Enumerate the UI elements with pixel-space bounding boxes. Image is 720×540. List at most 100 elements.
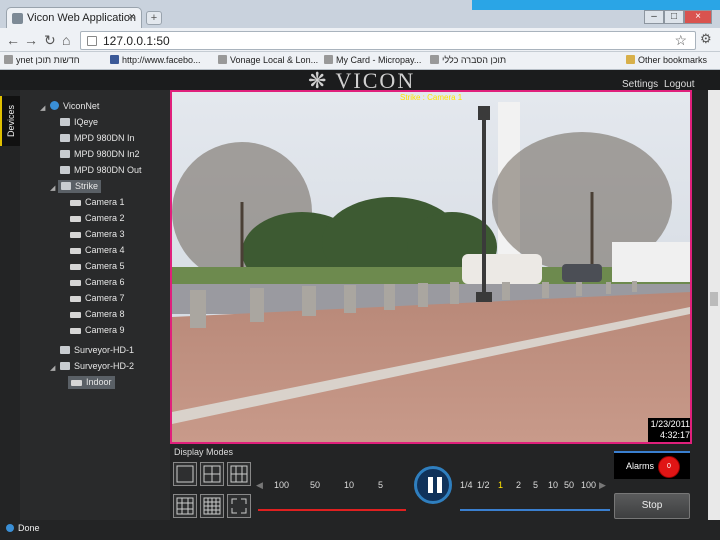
speed-rev-10[interactable]: 10: [344, 480, 354, 490]
network-icon: [50, 101, 59, 110]
tree-item[interactable]: MPD 980DN In2: [60, 148, 140, 161]
fullscreen-button[interactable]: [227, 494, 251, 518]
pause-button[interactable]: [414, 466, 452, 504]
minimize-button[interactable]: –: [644, 10, 664, 24]
tree-item[interactable]: Surveyor-HD-2: [60, 360, 134, 373]
reload-icon[interactable]: ↻: [44, 32, 56, 48]
speed-fwd-5[interactable]: 5: [533, 480, 538, 490]
tree-camera[interactable]: Camera 1: [70, 196, 125, 209]
tree-camera[interactable]: Camera 7: [70, 292, 125, 305]
tree-camera[interactable]: Camera 3: [70, 228, 125, 241]
collapse-icon[interactable]: ◢: [50, 184, 55, 192]
layout-1x1-icon: [176, 465, 194, 483]
favicon-icon: [12, 13, 23, 24]
speed-rev-5[interactable]: 5: [378, 480, 383, 490]
layout-1plus3-button[interactable]: [227, 462, 251, 486]
new-tab-button[interactable]: +: [146, 11, 162, 25]
device-icon: [60, 166, 70, 174]
device-icon: [61, 182, 71, 190]
tree-camera[interactable]: Camera 6: [70, 276, 125, 289]
bookmark-item[interactable]: Vonage Local & Lon...: [218, 55, 318, 65]
page-icon: [324, 55, 333, 64]
tree-item[interactable]: MPD 980DN Out: [60, 164, 142, 177]
url-text: 127.0.0.1:50: [103, 34, 170, 48]
settings-link[interactable]: Settings: [622, 79, 658, 90]
bookmark-item[interactable]: תוכן הסברה כללי: [430, 55, 506, 65]
bookmark-item[interactable]: ynet חדשות תוכן: [4, 55, 80, 65]
camera-icon: [70, 312, 81, 318]
home-icon[interactable]: ⌂: [62, 32, 70, 48]
tree-camera-indoor[interactable]: Indoor: [68, 376, 115, 389]
logout-link[interactable]: Logout: [664, 79, 695, 90]
video-timestamp: 1/23/2011 4:32:17 PM: [648, 418, 690, 442]
tree-camera[interactable]: Camera 4: [70, 244, 125, 257]
speed-fwd-100[interactable]: 100: [581, 480, 596, 490]
browser-tab[interactable]: Vicon Web Application ×: [6, 7, 142, 28]
layout-1x1-button[interactable]: [173, 462, 197, 486]
devices-tab[interactable]: Devices: [0, 96, 20, 146]
bookmark-item[interactable]: My Card - Micropay...: [324, 55, 421, 65]
camera-feed-image: [172, 92, 690, 442]
layout-3x3-button[interactable]: [173, 494, 197, 518]
camera-icon: [70, 216, 81, 222]
tree-item[interactable]: MPD 980DN In: [60, 132, 135, 145]
camera-icon: [70, 264, 81, 270]
speed-fwd-quarter[interactable]: 1/4: [460, 480, 473, 490]
speed-rev-100[interactable]: 100: [274, 480, 289, 490]
speed-fwd-half[interactable]: 1/2: [477, 480, 490, 490]
device-icon: [60, 134, 70, 142]
tab-close-icon[interactable]: ×: [129, 11, 135, 23]
forward-arrow-icon[interactable]: ▶: [599, 480, 606, 491]
device-tree: ◢ ViconNet IQeye MPD 980DN In MPD 980DN …: [20, 90, 170, 520]
layout-1plus3-icon: [230, 465, 248, 483]
scrollbar-thumb[interactable]: [710, 292, 718, 306]
bookmark-item[interactable]: http://www.facebo...: [110, 55, 201, 65]
wrench-icon[interactable]: ⚙: [700, 31, 712, 47]
tree-camera[interactable]: Camera 2: [70, 212, 125, 225]
video-viewport[interactable]: Strike : Camera 1 1/23/2011 4:32:17 PM: [170, 90, 692, 444]
layout-2x2-button[interactable]: [200, 462, 224, 486]
maximize-button[interactable]: □: [664, 10, 684, 24]
tree-item-strike[interactable]: Strike: [58, 180, 102, 193]
tree-root[interactable]: ViconNet: [50, 100, 99, 113]
speed-fwd-1[interactable]: 1: [498, 480, 503, 490]
device-icon: [60, 150, 70, 158]
layout-3x3-icon: [176, 497, 194, 515]
collapse-icon[interactable]: ◢: [50, 364, 55, 372]
tree-item[interactable]: IQeye: [60, 116, 98, 129]
page-icon: [430, 55, 439, 64]
close-window-button[interactable]: ×: [684, 10, 712, 24]
facebook-icon: [110, 55, 119, 64]
tree-camera[interactable]: Camera 5: [70, 260, 125, 273]
stop-button[interactable]: Stop: [614, 493, 690, 519]
fullscreen-icon: [231, 498, 247, 514]
tree-item[interactable]: Surveyor-HD-1: [60, 344, 134, 357]
camera-icon: [70, 248, 81, 254]
camera-icon: [70, 200, 81, 206]
layout-4x4-button[interactable]: [200, 494, 224, 518]
vicon-app: ❋ VICON Settings Logout Devices ◢ ViconN…: [0, 68, 720, 540]
device-icon: [60, 362, 70, 370]
folder-icon: [626, 55, 635, 64]
address-bar[interactable]: 127.0.0.1:50 ☆: [80, 31, 696, 50]
other-bookmarks[interactable]: Other bookmarks: [626, 55, 707, 65]
speed-fwd-10[interactable]: 10: [548, 480, 558, 490]
speed-fwd-50[interactable]: 50: [564, 480, 574, 490]
tree-camera[interactable]: Camera 9: [70, 324, 125, 337]
timestamp-date: 1/23/2011: [650, 419, 690, 429]
rewind-arrow-icon[interactable]: ◀: [256, 480, 263, 491]
collapse-icon[interactable]: ◢: [40, 104, 45, 112]
speed-fwd-2[interactable]: 2: [516, 480, 521, 490]
display-modes-label: Display Modes: [174, 447, 234, 457]
alarms-label: Alarms: [626, 461, 655, 471]
camera-icon: [70, 280, 81, 286]
bookmark-star-icon[interactable]: ☆: [674, 32, 687, 49]
alarms-panel[interactable]: Alarms 0: [614, 451, 690, 479]
forward-icon[interactable]: →: [24, 32, 38, 48]
camera-icon: [71, 380, 82, 386]
speed-rev-50[interactable]: 50: [310, 480, 320, 490]
back-icon[interactable]: ←: [6, 32, 20, 48]
tree-camera[interactable]: Camera 8: [70, 308, 125, 321]
browser-tab-strip: Vicon Web Application × + – □ ×: [0, 0, 720, 28]
page-scrollbar[interactable]: [708, 90, 720, 520]
